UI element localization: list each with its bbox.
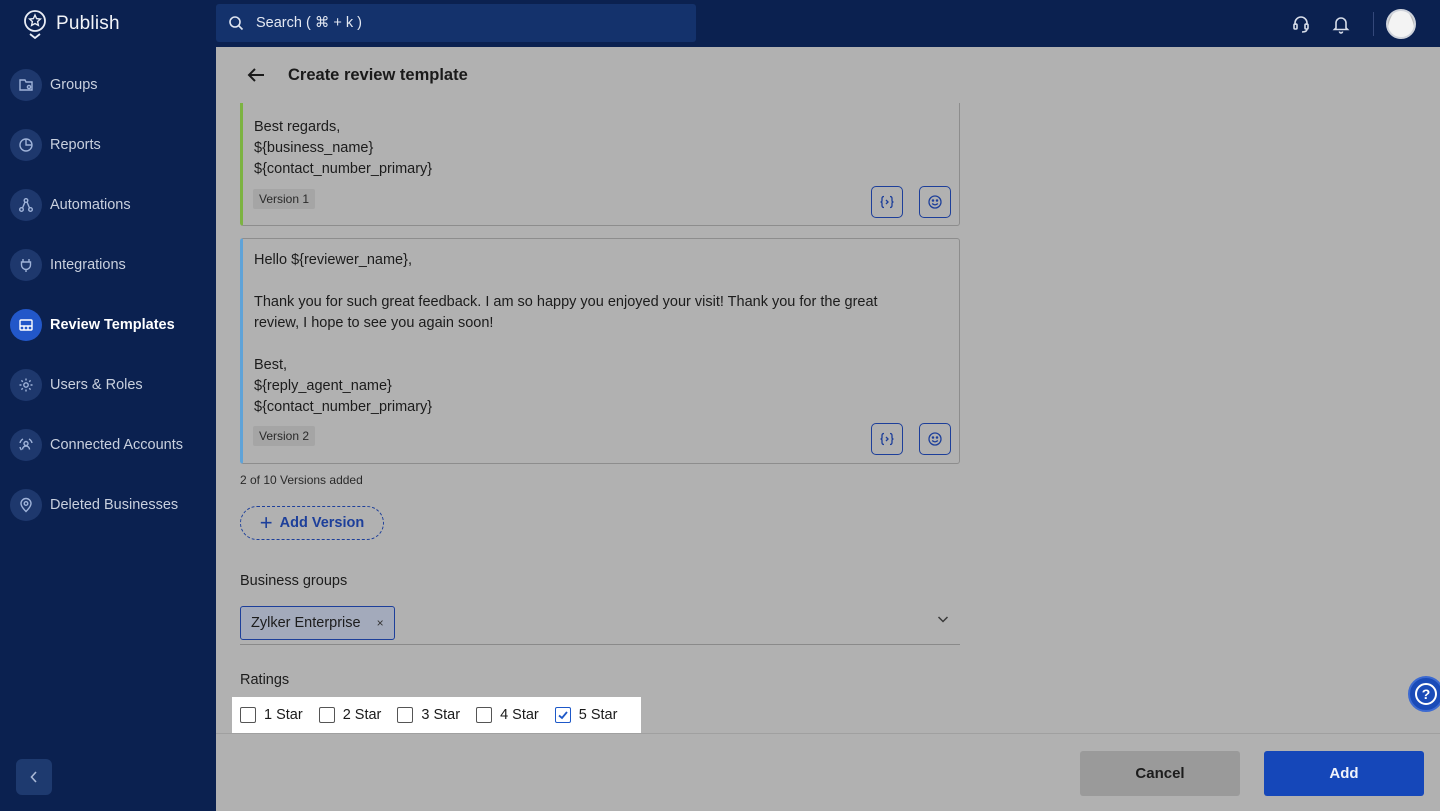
add-version-label: Add Version [279, 515, 365, 531]
page-title: Create review template [288, 65, 468, 84]
checkmark-icon [558, 711, 568, 720]
plus-icon: + [259, 510, 273, 535]
toolbar-divider [1373, 11, 1374, 36]
smiley-icon [928, 432, 942, 446]
rating-label: 3 Star [421, 707, 461, 723]
sidebar-item-integrations[interactable]: Integrations [10, 249, 126, 281]
rating-4-star[interactable]: 4 Star [476, 707, 539, 723]
publish-logo-icon [24, 9, 46, 39]
variable-braces-icon [880, 432, 894, 446]
main-content: Create review template Best regards, ${b… [216, 47, 1440, 811]
footer-actions: Cancel Add [216, 733, 1440, 811]
version-badge: Version 2 [253, 426, 316, 446]
sidebar-item-label: Automations [50, 197, 131, 213]
reports-icon [10, 129, 42, 161]
sidebar-item-review-templates[interactable]: Review Templates [10, 309, 175, 341]
headset-icon[interactable] [1291, 14, 1311, 34]
business-groups-select[interactable]: Zylker Enterprise × [240, 606, 960, 645]
group-chip: Zylker Enterprise × [240, 606, 395, 640]
insert-variable-button[interactable] [871, 186, 903, 218]
rating-1-star[interactable]: 1 Star [240, 707, 303, 723]
collapse-sidebar-button[interactable] [16, 759, 52, 795]
sidebar: Groups Reports Automations Integrations … [0, 47, 216, 811]
sidebar-item-label: Connected Accounts [50, 437, 184, 453]
version-card-2[interactable]: Hello ${reviewer_name}, Thank you for su… [240, 238, 960, 464]
page-header: Create review template [216, 47, 1440, 103]
user-avatar[interactable] [1386, 8, 1416, 39]
insert-variable-button[interactable] [871, 423, 903, 455]
help-button[interactable]: ? [1408, 676, 1440, 712]
checkbox[interactable] [397, 707, 414, 723]
add-button[interactable]: Add [1264, 751, 1424, 796]
search-icon [229, 16, 244, 31]
groups-icon [10, 69, 42, 101]
search-placeholder: Search ( ⌘ + k ) [256, 15, 362, 31]
sidebar-item-label: Integrations [50, 257, 126, 273]
emoji-button[interactable] [919, 186, 951, 218]
sidebar-item-users-roles[interactable]: Users & Roles [10, 369, 143, 401]
deleted-businesses-icon [10, 489, 42, 521]
automations-icon [10, 189, 42, 221]
add-version-button[interactable]: + Add Version [240, 506, 384, 540]
sidebar-item-connected-accounts[interactable]: Connected Accounts [10, 429, 183, 461]
rating-2-star[interactable]: 2 Star [318, 707, 382, 723]
sidebar-item-label: Deleted Businesses [50, 497, 179, 513]
sidebar-item-deleted-businesses[interactable]: Deleted Businesses [10, 489, 178, 521]
top-bar: Publish Search ( ⌘ + k ) [0, 0, 1440, 47]
app-name: Publish [56, 12, 120, 34]
top-right-actions [1271, 0, 1416, 47]
brand[interactable]: Publish [0, 9, 216, 39]
version-text[interactable]: Hello ${reviewer_name}, Thank you for su… [243, 250, 878, 418]
sidebar-item-label: Users & Roles [50, 377, 143, 393]
help-icon: ? [1415, 683, 1437, 705]
variable-braces-icon [880, 195, 894, 209]
users-roles-icon [10, 369, 42, 401]
review-templates-icon [10, 309, 42, 341]
search-input[interactable]: Search ( ⌘ + k ) [216, 4, 696, 42]
versions-count: 2 of 10 Versions added [240, 473, 363, 487]
version-card-1[interactable]: Best regards, ${business_name} ${contact… [240, 89, 960, 226]
sidebar-item-label: Groups [50, 77, 98, 93]
rating-3-star[interactable]: 3 Star [397, 707, 460, 723]
sidebar-item-groups[interactable]: Groups [10, 69, 98, 101]
bell-icon[interactable] [1331, 14, 1351, 34]
chevron-left-icon [30, 771, 37, 783]
smiley-icon [928, 195, 942, 209]
business-groups-label: Business groups [240, 573, 348, 589]
ratings-group: 1 Star 2 Star 3 Star 4 Star 5 Star [232, 697, 641, 733]
sidebar-item-automations[interactable]: Automations [10, 189, 131, 221]
checkbox[interactable] [476, 707, 493, 723]
connected-accounts-icon [10, 429, 42, 461]
sidebar-item-reports[interactable]: Reports [10, 129, 101, 161]
version-text[interactable]: Best regards, ${business_name} ${contact… [243, 117, 432, 180]
chip-remove-icon[interactable]: × [377, 616, 384, 630]
cancel-button[interactable]: Cancel [1080, 751, 1240, 796]
rating-5-star[interactable]: 5 Star [554, 707, 618, 723]
checkbox[interactable] [240, 707, 256, 723]
ratings-label: Ratings [240, 672, 290, 688]
version-badge: Version 1 [253, 189, 316, 209]
sidebar-item-label: Review Templates [50, 317, 175, 333]
sidebar-item-label: Reports [50, 137, 101, 153]
rating-label: 5 Star [578, 707, 618, 723]
rating-label: 1 Star [264, 707, 303, 723]
rating-label: 2 Star [342, 707, 382, 723]
chevron-down-icon[interactable] [936, 612, 950, 626]
emoji-button[interactable] [919, 423, 951, 455]
checkbox-checked[interactable] [554, 707, 571, 723]
chip-label: Zylker Enterprise [251, 615, 361, 631]
back-arrow-icon[interactable] [246, 65, 266, 85]
rating-label: 4 Star [500, 707, 539, 723]
checkbox[interactable] [318, 707, 335, 723]
integrations-icon [10, 249, 42, 281]
